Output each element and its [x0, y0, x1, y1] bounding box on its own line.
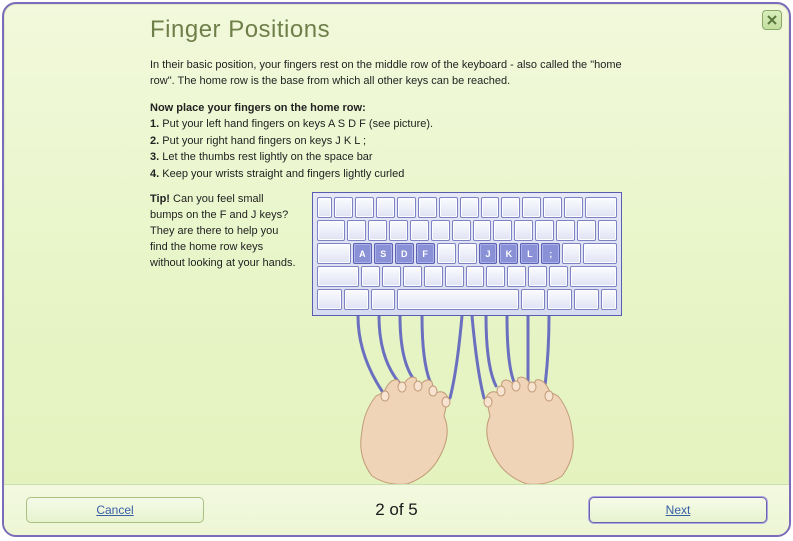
step-2: 2. Put your right hand fingers on keys J… — [150, 133, 749, 150]
key-semicolon: ; — [541, 243, 560, 264]
page-title: Finger Positions — [150, 16, 749, 44]
cancel-label: Cancel — [96, 503, 133, 517]
tip-text: Can you feel small bumps on the F and J … — [150, 193, 296, 269]
instructions: Now place your fingers on the home row: … — [150, 100, 749, 183]
key-l: L — [520, 243, 539, 264]
key-s: S — [374, 243, 393, 264]
next-label: Next — [666, 503, 691, 517]
keyboard: A S D F J K L ; — [312, 192, 622, 316]
hands-illustration — [312, 316, 622, 496]
step-3: 3. Let the thumbs rest lightly on the sp… — [150, 149, 749, 166]
instructions-lead: Now place your fingers on the home row: — [150, 100, 749, 117]
key-j: J — [479, 243, 498, 264]
content-area: Finger Positions In their basic position… — [150, 16, 749, 496]
key-k: K — [499, 243, 518, 264]
next-button[interactable]: Next — [589, 497, 767, 523]
key-space — [397, 289, 518, 310]
dialog-window: Finger Positions In their basic position… — [2, 2, 791, 537]
footer-bar: Cancel 2 of 5 Next — [4, 484, 789, 535]
key-d: D — [395, 243, 414, 264]
step-4: 4. Keep your wrists straight and fingers… — [150, 166, 749, 183]
key-f: F — [416, 243, 435, 264]
cancel-button[interactable]: Cancel — [26, 497, 204, 523]
intro-text: In their basic position, your fingers re… — [150, 58, 640, 90]
tip-box: Tip! Can you feel small bumps on the F a… — [150, 192, 298, 272]
step-1: 1. Put your left hand fingers on keys A … — [150, 116, 749, 133]
key-a: A — [353, 243, 372, 264]
keyboard-figure: A S D F J K L ; — [312, 192, 622, 496]
tip-label: Tip! — [150, 193, 170, 205]
close-button[interactable] — [762, 10, 782, 30]
close-icon — [767, 15, 777, 25]
